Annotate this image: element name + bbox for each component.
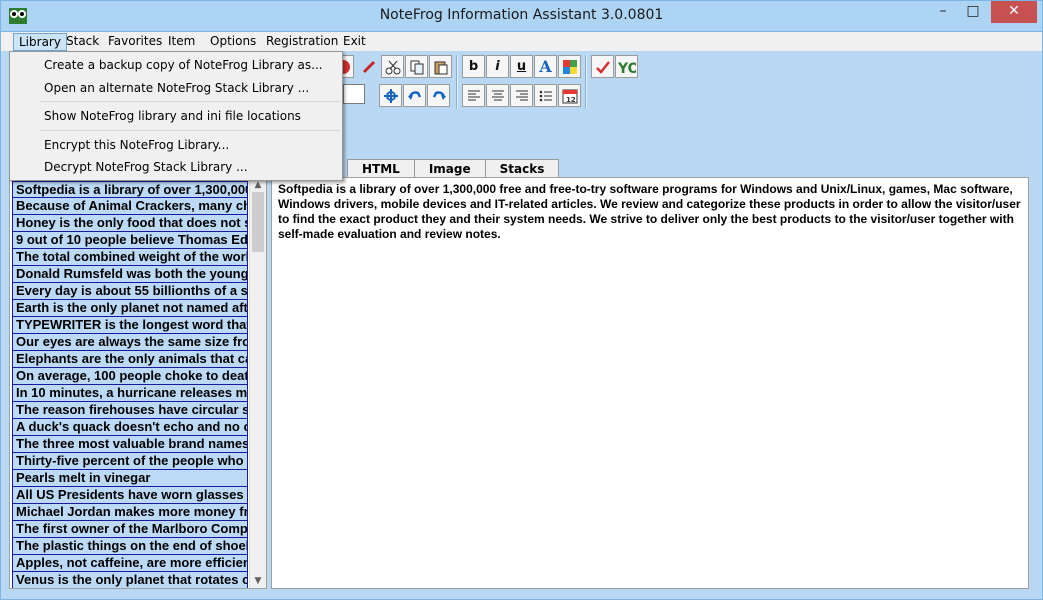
align-right-icon[interactable] (510, 84, 533, 107)
library-menu-dropdown: Create a backup copy of NoteFrog Library… (9, 51, 343, 181)
list-item[interactable]: TYPEWRITER is the longest word that can … (12, 317, 248, 334)
list-item[interactable]: A duck's quack doesn't echo and no one k… (12, 419, 248, 436)
list-item[interactable]: Apples, not caffeine, are more efficient (12, 555, 248, 572)
list-item[interactable]: Elephants are the only animals that can'… (12, 351, 248, 368)
toolbar-separator (585, 55, 587, 109)
menu-registration[interactable]: Registration (261, 33, 343, 51)
menu-bar: Library Stack Favorites Item Options Reg… (1, 32, 1042, 51)
list-item[interactable]: Our eyes are always the same size from b… (12, 334, 248, 351)
menu-decrypt-library[interactable]: Decrypt NoteFrog Stack Library ... (11, 156, 341, 178)
svg-text:12: 12 (566, 96, 576, 104)
menu-exit[interactable]: Exit (338, 33, 371, 51)
list-item[interactable]: The three most valuable brand names on e… (12, 436, 248, 453)
calendar-icon[interactable]: 12 (558, 84, 581, 107)
notes-list: Softpedia is a library of over 1,300,000… (12, 181, 248, 588)
menu-item[interactable]: Item (163, 33, 200, 51)
align-left-icon[interactable] (462, 84, 485, 107)
tab-stacks[interactable]: Stacks (484, 159, 560, 179)
list-item[interactable]: In 10 minutes, a hurricane releases more… (12, 385, 248, 402)
tab-image[interactable]: Image (413, 159, 486, 179)
list-item[interactable]: The reason firehouses have circular stai… (12, 402, 248, 419)
bold-button[interactable]: b (462, 55, 485, 78)
menu-library[interactable]: Library (13, 33, 67, 51)
menu-show-library-locations[interactable]: Show NoteFrog library and ini file locat… (11, 105, 341, 127)
notes-list-panel: Softpedia is a library of over 1,300,000… (9, 177, 267, 589)
toolbar-align-group: 12 (462, 84, 581, 107)
color-icon[interactable] (558, 55, 581, 78)
list-item[interactable]: On average, 100 people choke to death on… (12, 368, 248, 385)
cut-icon[interactable] (381, 55, 404, 78)
italic-button[interactable]: i (486, 55, 509, 78)
list-item[interactable]: Every day is about 55 billionths of a se… (12, 283, 248, 300)
list-item[interactable]: Because of Animal Crackers, many childre… (12, 198, 248, 215)
toolbar-format-group: b i u A (462, 55, 581, 78)
menu-separator (40, 130, 340, 131)
list-item[interactable]: Pearls melt in vinegar (12, 470, 248, 487)
paste-icon[interactable] (429, 55, 452, 78)
list-item[interactable]: 9 out of 10 people believe Thomas Edison… (12, 232, 248, 249)
bullet-list-icon[interactable] (534, 84, 557, 107)
list-item[interactable]: The plastic things on the end of shoelac… (12, 538, 248, 555)
menu-open-alternate-library[interactable]: Open an alternate NoteFrog Stack Library… (11, 77, 341, 99)
list-scrollbar[interactable]: ▲ ▼ (249, 178, 266, 588)
title-bar: NoteFrog Information Assistant 3.0.0801 … (1, 1, 1042, 31)
menu-favorites[interactable]: Favorites (103, 33, 167, 51)
list-item[interactable]: Donald Rumsfeld was both the youngest an… (12, 266, 248, 283)
scroll-thumb[interactable] (252, 192, 264, 252)
font-button[interactable]: A (534, 55, 557, 78)
list-item[interactable]: The total combined weight of the world's… (12, 249, 248, 266)
note-editor[interactable]: Softpedia is a library of over 1,300,000… (271, 177, 1029, 589)
move-icon[interactable] (379, 84, 402, 107)
clear-icon[interactable] (357, 55, 380, 78)
app-window: NoteFrog Information Assistant 3.0.0801 … (0, 0, 1043, 600)
list-item[interactable]: Thirty-five percent of the people who us… (12, 453, 248, 470)
redo-icon[interactable] (427, 84, 450, 107)
close-button[interactable]: ✕ (991, 1, 1037, 23)
list-item[interactable]: The first owner of the Marlboro Company (12, 521, 248, 538)
align-center-icon[interactable] (486, 84, 509, 107)
list-item[interactable]: Softpedia is a library of over 1,300,000… (12, 181, 248, 198)
list-item[interactable]: Michael Jordan makes more money from Nik… (12, 504, 248, 521)
tab-html[interactable]: HTML (347, 159, 415, 179)
svg-text:YO: YO (618, 61, 636, 75)
menu-separator (40, 101, 340, 102)
content-tabs: HTML Image Stacks (347, 159, 560, 179)
window-title: NoteFrog Information Assistant 3.0.0801 (379, 7, 664, 23)
menu-create-backup[interactable]: Create a backup copy of NoteFrog Library… (11, 54, 341, 76)
list-item[interactable]: All US Presidents have worn glasses (12, 487, 248, 504)
note-content[interactable]: Softpedia is a library of over 1,300,000… (278, 182, 1022, 242)
list-item[interactable]: Honey is the only food that does not spo… (12, 215, 248, 232)
yo-icon[interactable]: YO (615, 55, 638, 78)
scroll-down-icon[interactable]: ▼ (250, 574, 266, 588)
list-item[interactable]: Earth is the only planet not named after… (12, 300, 248, 317)
menu-encrypt-library[interactable]: Encrypt this NoteFrog Library... (11, 134, 341, 156)
copy-icon[interactable] (405, 55, 428, 78)
toolbar-tools-group: YO (591, 55, 638, 78)
undo-icon[interactable] (403, 84, 426, 107)
toolbar-nav-group (379, 84, 450, 107)
minimize-button[interactable]: – (929, 1, 957, 23)
menu-options[interactable]: Options (205, 33, 261, 51)
spellcheck-icon[interactable] (591, 55, 614, 78)
search-input[interactable] (343, 84, 365, 104)
list-item[interactable]: Venus is the only planet that rotates cl… (12, 572, 248, 588)
underline-button[interactable]: u (510, 55, 533, 78)
maximize-button[interactable]: □ (959, 1, 987, 23)
menu-stack[interactable]: Stack (61, 33, 104, 51)
toolbar-clipboard-group (357, 55, 452, 78)
toolbar-separator (456, 55, 458, 109)
